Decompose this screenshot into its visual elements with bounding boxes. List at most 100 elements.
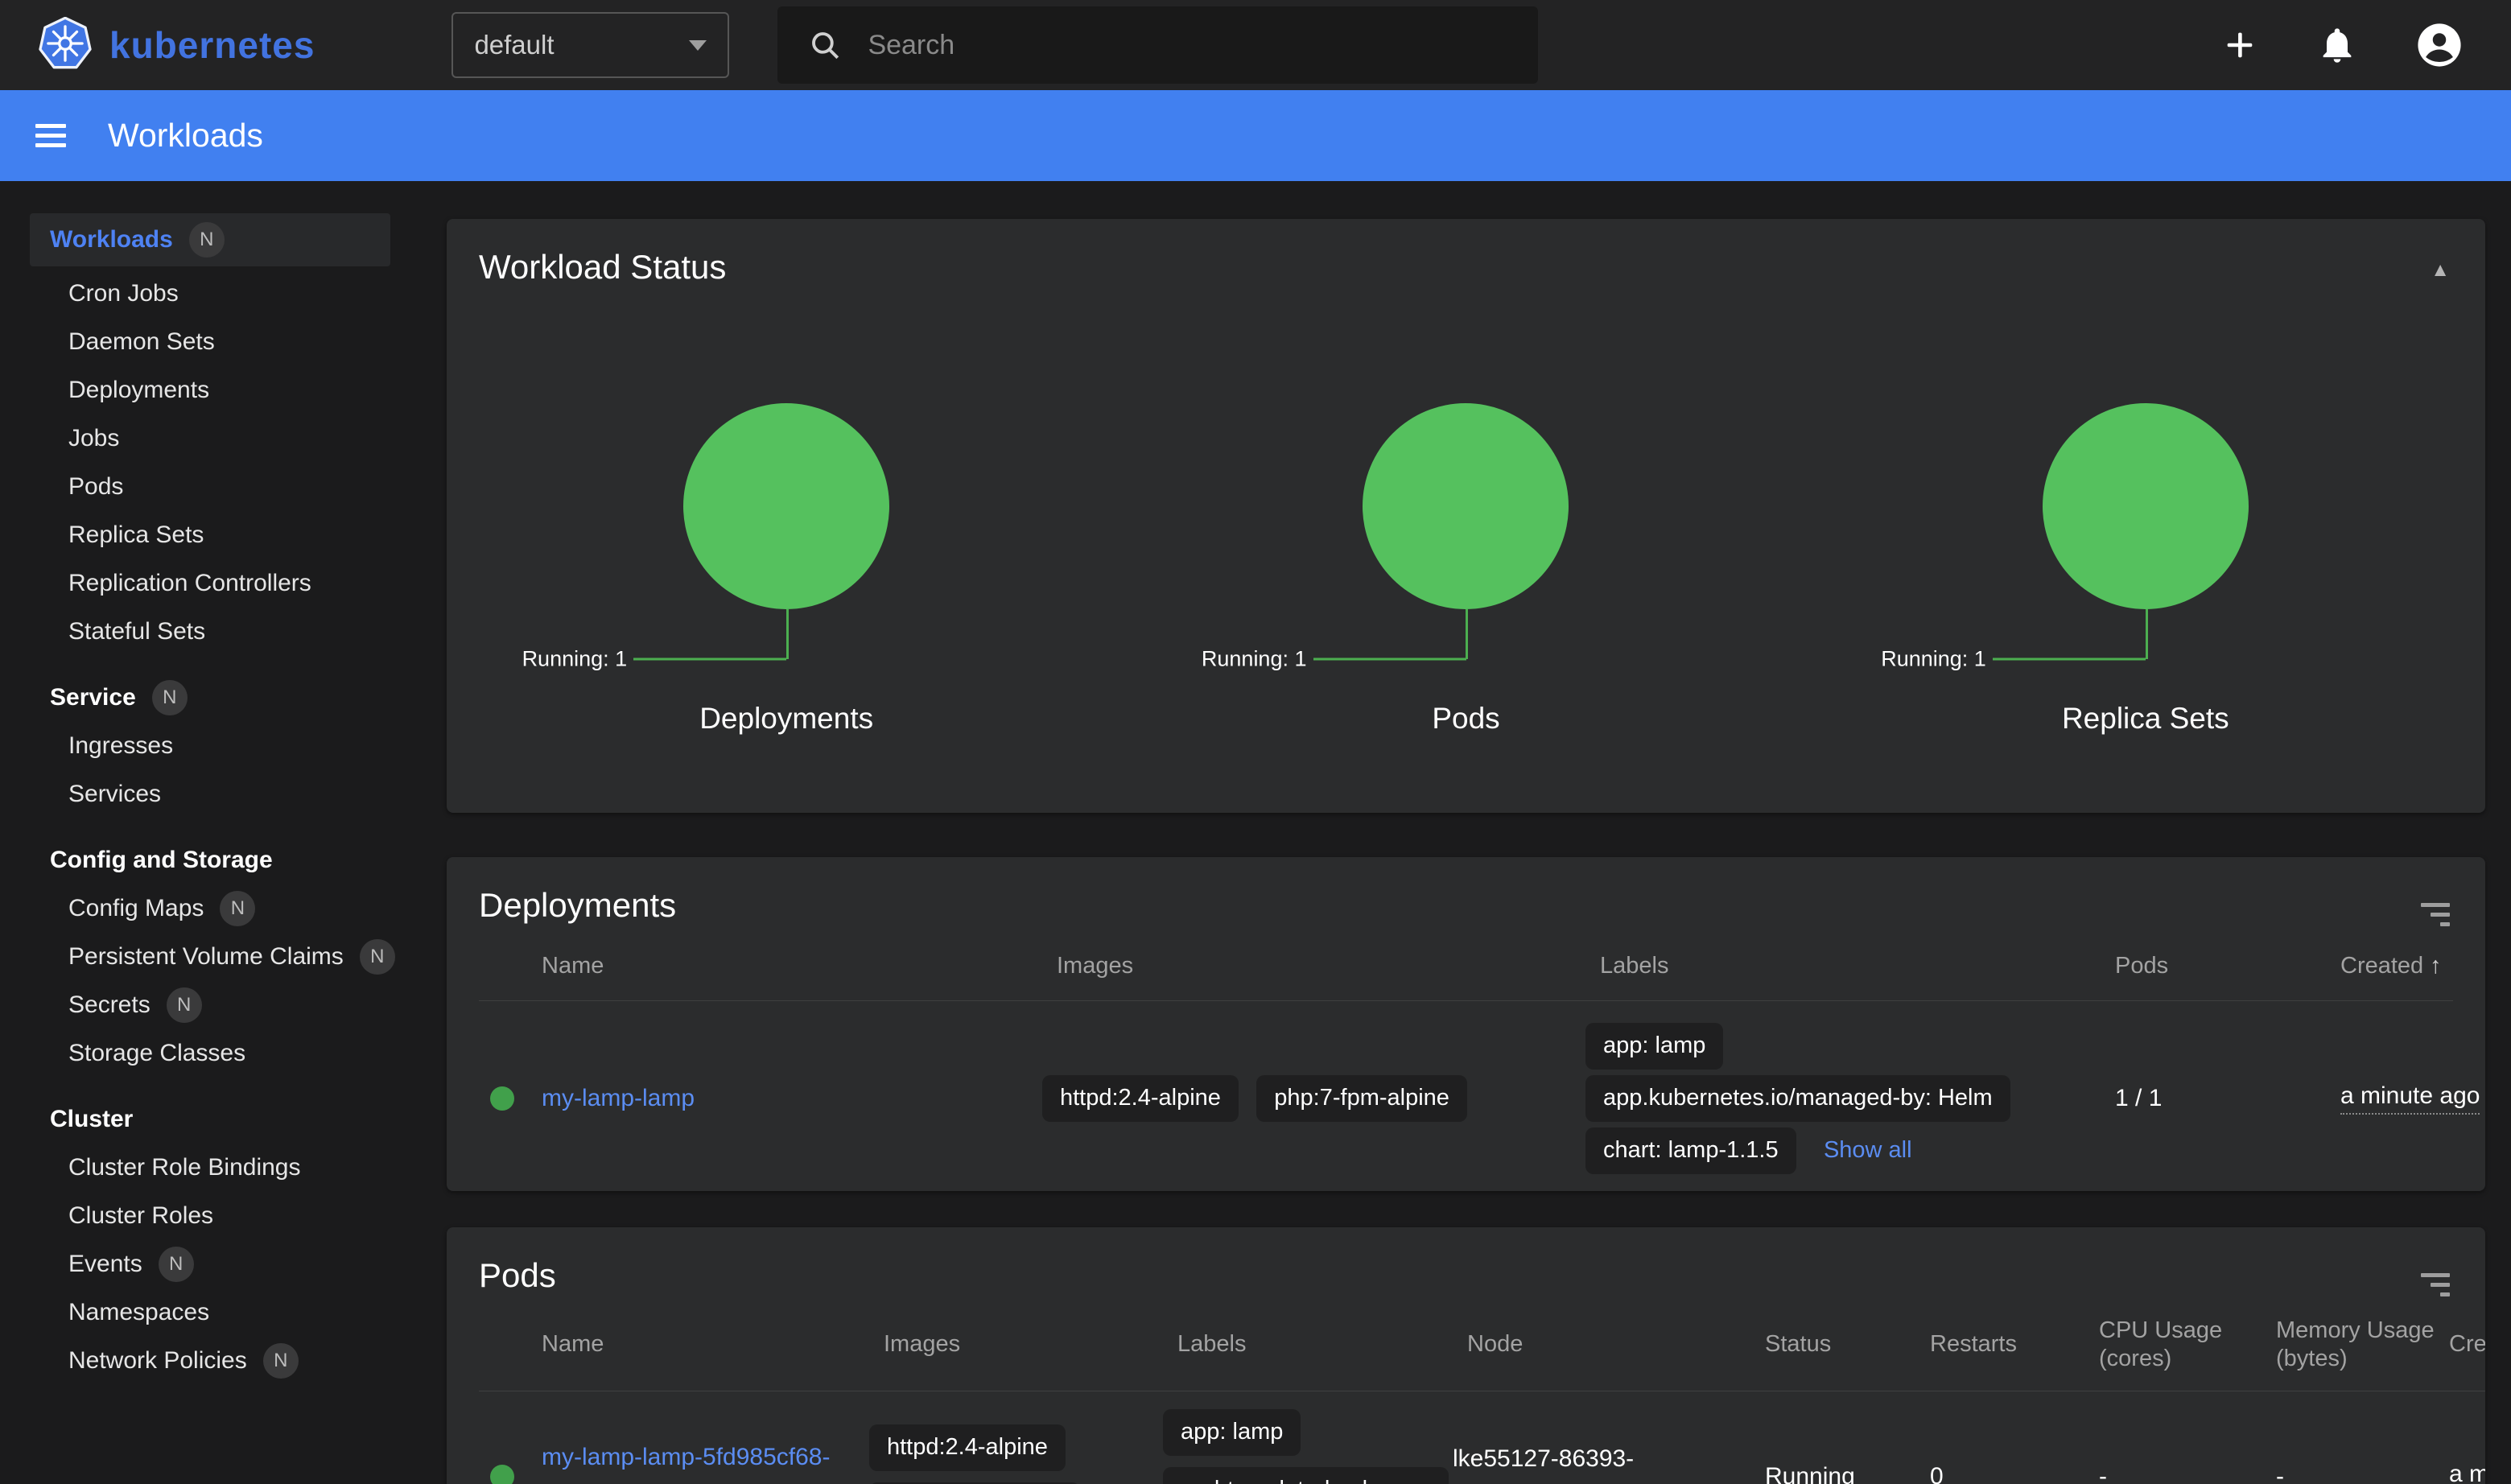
kubernetes-logo-icon (39, 17, 92, 74)
sidebar-item-stateful-sets[interactable]: Stateful Sets (0, 608, 418, 656)
chart-title: Replica Sets (1806, 702, 2485, 736)
sidebar-item-service[interactable]: Service N (0, 674, 418, 722)
sidebar-item-secrets[interactable]: Secrets N (0, 981, 418, 1029)
sidebar-item-jobs[interactable]: Jobs (0, 414, 418, 463)
column-header-pods[interactable]: Pods (2101, 953, 2326, 979)
workload-status-title: Workload Status (479, 248, 726, 286)
top-app-bar: kubernetes default (0, 0, 2511, 90)
column-header-name[interactable]: Name (527, 1330, 869, 1358)
sidebar-item-pods[interactable]: Pods (0, 463, 418, 511)
sidebar-item-replica-sets[interactable]: Replica Sets (0, 511, 418, 559)
column-header-created[interactable]: Created↑ (2435, 1330, 2485, 1358)
column-header-labels[interactable]: Labels (1585, 953, 2101, 979)
sidebar-section-cluster[interactable]: Cluster (0, 1095, 418, 1144)
sidebar-item-namespaces[interactable]: Namespaces (0, 1288, 418, 1337)
pie-slice-running[interactable] (1363, 403, 1569, 609)
pie-callout-label: Running: 1 (1881, 647, 1986, 672)
column-header-status[interactable]: Status (1750, 1330, 1915, 1358)
label-chip: chart: lamp-1.1.5 (1585, 1127, 1796, 1174)
sidebar-item-persistent-volume-claims[interactable]: Persistent Volume Claims N (0, 933, 418, 981)
deployment-name-link[interactable]: my-lamp-lamp (542, 1085, 695, 1111)
deployment-images-cell: httpd:2.4-alpine php:7-fpm-alpine (1042, 1075, 1585, 1122)
workload-status-charts: Running: 1 Deployments Running: 1 Pods (447, 286, 2485, 777)
pie-callout-label: Running: 1 (522, 647, 628, 672)
callout-line (1993, 658, 2146, 661)
status-ok-dot (490, 1465, 514, 1484)
chevron-down-icon (689, 40, 707, 51)
namespace-selector[interactable]: default (451, 12, 729, 78)
sidebar-item-network-policies[interactable]: Network Policies N (0, 1337, 418, 1385)
show-all-labels-link[interactable]: Show all (1824, 1137, 1912, 1163)
pie-slice-running[interactable] (2043, 403, 2249, 609)
deployments-card: Deployments Name Images Labels Pods Crea… (447, 857, 2485, 1191)
chart-title: Deployments (447, 702, 1126, 736)
sidebar-item-replication-controllers[interactable]: Replication Controllers (0, 559, 418, 608)
label-chip: app.kubernetes.io/managed-by: Helm (1585, 1075, 2010, 1122)
deployment-pods-count: 1 / 1 (2101, 1085, 2326, 1112)
notifications-bell-icon[interactable] (2316, 24, 2358, 66)
chart-title: Pods (1126, 702, 1805, 736)
column-header-memory-usage[interactable]: Memory Usage (bytes) (2262, 1317, 2435, 1373)
deployments-title: Deployments (479, 886, 676, 925)
sidebar-item-events[interactable]: Events N (0, 1240, 418, 1288)
deployment-labels-cell: app: lamp app.kubernetes.io/managed-by: … (1585, 1017, 2101, 1179)
column-header-cpu-usage[interactable]: CPU Usage (cores) (2084, 1317, 2262, 1373)
column-header-images[interactable]: Images (1042, 953, 1585, 979)
deployment-table-row: my-lamp-lamp httpd:2.4-alpine php:7-fpm-… (479, 1001, 2453, 1191)
pod-name-link[interactable]: my-lamp-lamp-5fd985cf68-jwvz4 (542, 1444, 830, 1484)
column-header-restarts[interactable]: Restarts (1915, 1330, 2084, 1358)
callout-line (2146, 609, 2148, 659)
namespaced-badge: N (152, 680, 188, 715)
create-resource-button[interactable] (2221, 27, 2258, 64)
namespaced-badge: N (189, 222, 225, 258)
pod-status: Running (1750, 1463, 1915, 1484)
sidebar-item-deployments[interactable]: Deployments (0, 366, 418, 414)
user-avatar[interactable] (2416, 22, 2463, 68)
pie-chart-pods: Running: 1 Pods (1126, 286, 1805, 777)
workload-status-card: Workload Status ▲ Running: 1 Deployments (447, 219, 2485, 813)
column-header-labels[interactable]: Labels (1163, 1330, 1453, 1358)
status-ok-dot (490, 1086, 514, 1111)
namespaced-badge: N (167, 987, 202, 1023)
filter-icon[interactable] (2421, 897, 2450, 932)
sidebar-item-services[interactable]: Services (0, 770, 418, 818)
image-chip: httpd:2.4-alpine (1042, 1075, 1239, 1122)
sidebar-item-cluster-role-bindings[interactable]: Cluster Role Bindings (0, 1144, 418, 1192)
pods-card: Pods Name Images Labels Node Status Rest… (447, 1227, 2485, 1484)
sidebar-item-config-maps[interactable]: Config Maps N (0, 884, 418, 933)
menu-hamburger-icon[interactable] (35, 118, 66, 153)
sidebar-item-ingresses[interactable]: Ingresses (0, 722, 418, 770)
search-input[interactable] (868, 30, 1495, 61)
pod-cpu-usage: - (2084, 1463, 2262, 1484)
page-header-bar: Workloads (0, 90, 2511, 181)
filter-icon[interactable] (2421, 1268, 2450, 1302)
pod-images-cell: httpd:2.4-alpine php:7-fpm-alpine (869, 1419, 1163, 1484)
column-header-created[interactable]: Created↑ (2326, 953, 2453, 979)
sidebar-item-cron-jobs[interactable]: Cron Jobs (0, 270, 418, 318)
pie-slice-running[interactable] (683, 403, 889, 609)
column-header-node[interactable]: Node (1453, 1330, 1750, 1358)
namespaced-badge: N (220, 891, 255, 926)
pod-labels-cell: app: lamp pod-template-hash: 5fd985cf68 (1163, 1404, 1453, 1484)
pod-node-name: lke55127-86393-622f8d09399a (1453, 1441, 1750, 1484)
page-title: Workloads (108, 117, 263, 155)
deployment-created-time[interactable]: a minute ago (2340, 1082, 2480, 1115)
callout-line (633, 658, 786, 661)
search-icon (808, 28, 842, 62)
sidebar-item-storage-classes[interactable]: Storage Classes (0, 1029, 418, 1078)
kubernetes-logo[interactable]: kubernetes (39, 17, 315, 74)
pod-memory-usage: - (2262, 1463, 2435, 1484)
collapse-card-icon[interactable]: ▲ (2431, 259, 2450, 282)
pie-callout-label: Running: 1 (1202, 647, 1307, 672)
search-bar[interactable] (777, 6, 1538, 84)
sort-ascending-icon: ↑ (2430, 953, 2442, 979)
column-header-name[interactable]: Name (527, 953, 1042, 979)
sidebar-item-cluster-roles[interactable]: Cluster Roles (0, 1192, 418, 1240)
pod-restarts: 0 (1915, 1463, 2084, 1484)
column-header-images[interactable]: Images (869, 1330, 1163, 1358)
sidebar-item-daemon-sets[interactable]: Daemon Sets (0, 318, 418, 366)
sidebar-section-config-and-storage[interactable]: Config and Storage (0, 836, 418, 884)
pod-created-time[interactable]: a minute ago (2449, 1461, 2485, 1484)
callout-line (786, 609, 789, 659)
sidebar-item-workloads[interactable]: Workloads N (30, 213, 390, 266)
